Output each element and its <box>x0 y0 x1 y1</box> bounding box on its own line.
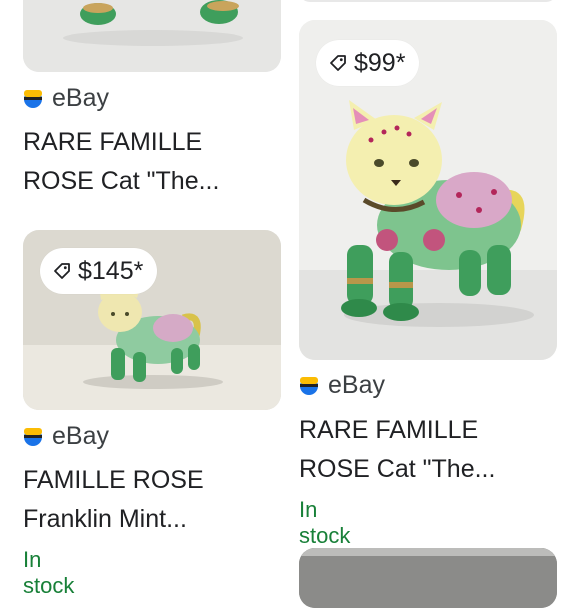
result-title[interactable]: RARE FAMILLE ROSE Cat "The... <box>299 411 539 489</box>
price-text: $99* <box>354 48 406 77</box>
product-image[interactable] <box>23 0 281 72</box>
stock-status: In stock <box>299 497 351 548</box>
tag-icon <box>54 263 70 279</box>
result-title[interactable]: RARE FAMILLE ROSE Cat "The... <box>23 123 263 201</box>
stock-status: In stock <box>23 547 75 598</box>
title-line: ROSE Cat "The... <box>23 167 220 195</box>
title-line: ROSE Cat "The... <box>299 455 496 483</box>
result-title[interactable]: FAMILLE ROSE Franklin Mint... <box>23 461 263 539</box>
ebay-logo-icon <box>24 89 42 108</box>
source-label[interactable]: eBay <box>23 422 109 451</box>
product-image-partial[interactable] <box>299 0 557 2</box>
source-label[interactable]: eBay <box>299 371 385 400</box>
product-image-partial <box>299 548 557 608</box>
title-line: RARE FAMILLE <box>23 128 203 156</box>
price-text: $145* <box>78 256 144 285</box>
source-label[interactable]: eBay <box>23 84 109 113</box>
source-name: eBay <box>52 422 109 450</box>
title-line: Franklin Mint... <box>23 505 187 533</box>
title-line: FAMILLE ROSE <box>23 466 204 494</box>
price-chip: $145* <box>40 248 158 294</box>
source-name: eBay <box>328 371 385 399</box>
ebay-logo-icon <box>300 376 318 395</box>
product-image[interactable] <box>299 548 557 608</box>
cat-figurine-image <box>23 0 281 72</box>
source-name: eBay <box>52 84 109 112</box>
ebay-logo-icon <box>24 427 42 446</box>
tag-icon <box>330 55 346 71</box>
title-line: RARE FAMILLE <box>299 416 479 444</box>
price-chip: $99* <box>316 40 420 86</box>
